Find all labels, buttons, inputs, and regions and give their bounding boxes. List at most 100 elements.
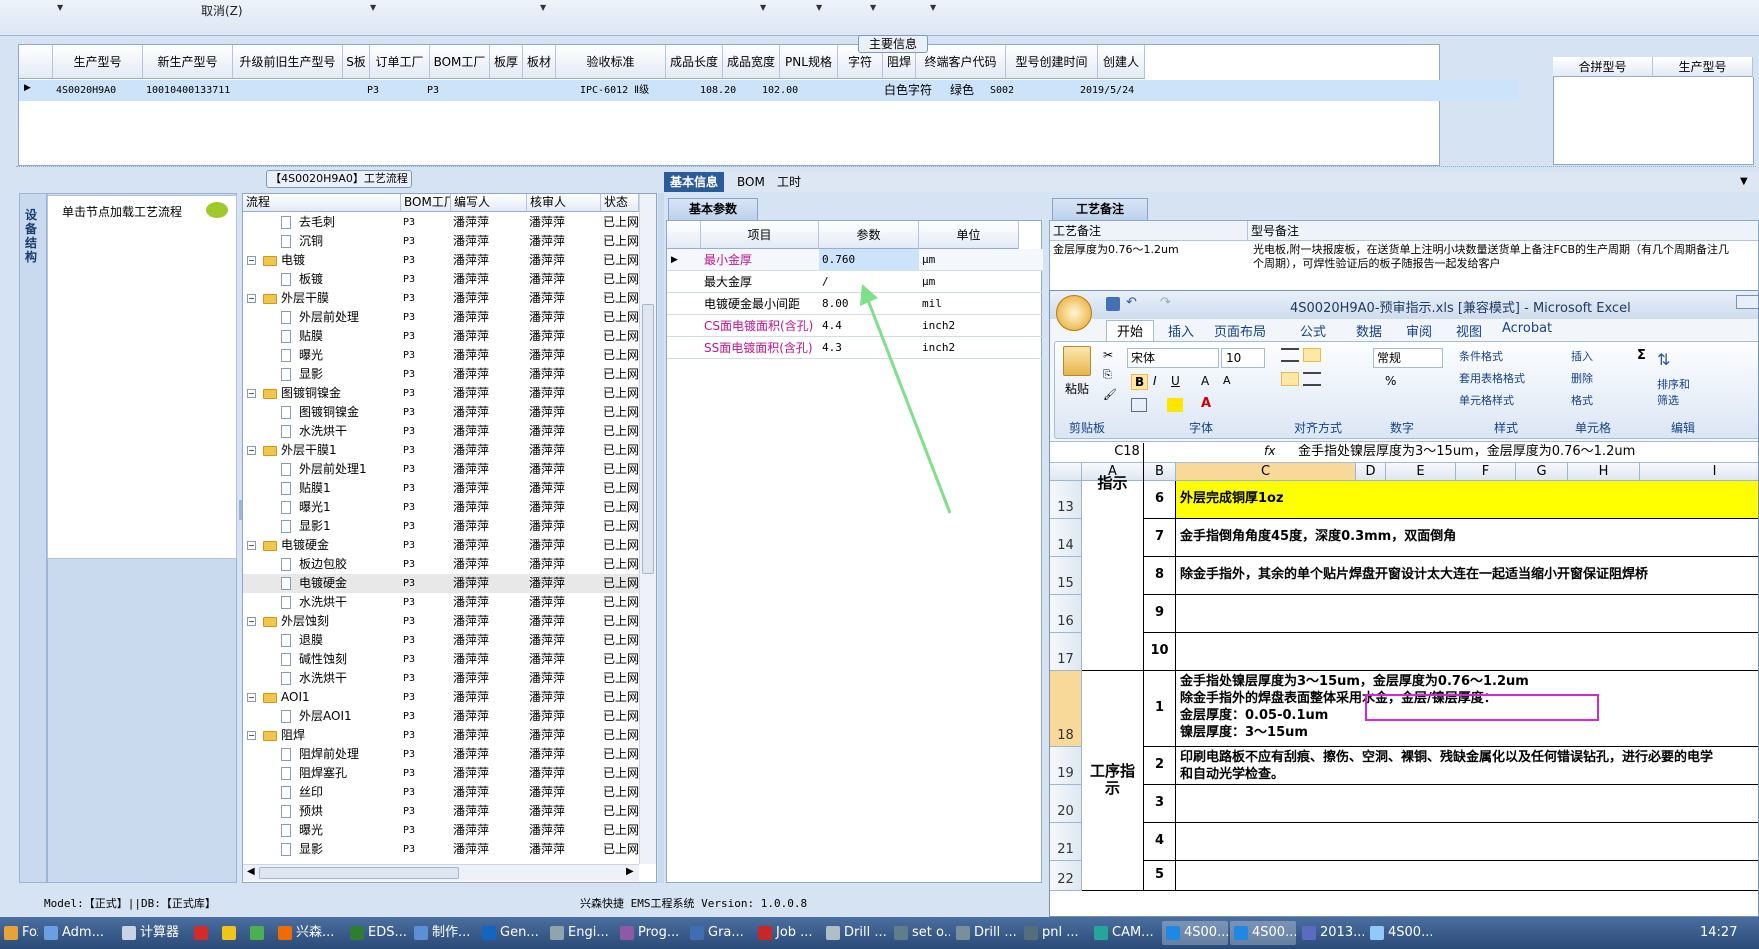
craft-note-value[interactable]: 金层厚度为0.76～1.2um xyxy=(1050,243,1248,257)
tree-row[interactable]: 丝印 P3 潘萍萍 潘萍萍 已上网 xyxy=(243,783,639,802)
row-number-cell[interactable]: 10 xyxy=(1144,633,1176,671)
tree-row[interactable]: − 电镀硬金 P3 潘萍萍 潘萍萍 已上网 xyxy=(243,536,639,555)
scrollbar-thumb[interactable] xyxy=(259,867,459,879)
align-center-icon[interactable] xyxy=(1303,372,1321,386)
format-table-button[interactable]: 套用表格格式 xyxy=(1459,370,1525,388)
align-middle-icon[interactable] xyxy=(1303,348,1321,362)
cell-solder[interactable]: 绿色 xyxy=(947,81,987,100)
sort-filter-label-2[interactable]: 筛选 xyxy=(1657,392,1679,410)
cell-created[interactable]: 2019/5/24 xyxy=(1077,81,1167,100)
column-header[interactable]: C xyxy=(1176,463,1356,481)
align-left-icon[interactable] xyxy=(1281,372,1299,386)
taskbar-item[interactable]: Adm... xyxy=(40,921,116,945)
format-painter-icon[interactable]: 🖌 xyxy=(1103,388,1117,401)
copy-icon[interactable]: ⎘ xyxy=(1103,368,1112,382)
param-row[interactable]: 最大金厚 / μm xyxy=(667,271,1043,293)
tab-labor-hours[interactable]: 工时 xyxy=(771,172,807,192)
tree-row[interactable]: 电镀硬金 P3 潘萍萍 潘萍萍 已上网 xyxy=(243,574,639,593)
taskbar-item[interactable]: 制作... xyxy=(410,921,476,945)
param-value[interactable]: 4.3 xyxy=(819,337,919,359)
taskbar-item[interactable] xyxy=(246,921,272,945)
ribbon-tab[interactable]: 页面布局 xyxy=(1214,321,1266,340)
col-header-item[interactable]: 项目 xyxy=(701,221,819,249)
dropdown-arrow-icon[interactable]: ▼ xyxy=(370,3,376,12)
tree-row[interactable]: 去毛刺 P3 潘萍萍 潘萍萍 已上网 xyxy=(243,213,639,232)
ribbon-tab[interactable]: 视图 xyxy=(1456,321,1482,340)
tab-craft-notes[interactable]: 工艺备注 xyxy=(1052,198,1148,220)
column-header[interactable]: B xyxy=(1144,463,1176,481)
tree-row[interactable]: − 外层蚀刻 P3 潘萍萍 潘萍萍 已上网 xyxy=(243,612,639,631)
font-color-icon[interactable]: A xyxy=(1201,396,1211,411)
tree-row[interactable]: − 图镀铜镍金 P3 潘萍萍 潘萍萍 已上网 xyxy=(243,384,639,403)
column-header[interactable]: I xyxy=(1640,463,1758,481)
row-header[interactable]: 21 xyxy=(1050,823,1082,861)
taskbar-item[interactable]: 4S00... xyxy=(1366,921,1432,945)
tree-row[interactable]: 曝光1 P3 潘萍萍 潘萍萍 已上网 xyxy=(243,498,639,517)
col-header-main[interactable]: 升级前旧生产型号 xyxy=(233,45,343,79)
tree-row[interactable]: 贴膜 P3 潘萍萍 潘萍萍 已上网 xyxy=(243,327,639,346)
tree-row[interactable]: 板边包胶 P3 潘萍萍 潘萍萍 已上网 xyxy=(243,555,639,574)
param-row[interactable]: 电镀硬金最小间距 8.00 mil xyxy=(667,293,1043,315)
col-header-main[interactable]: 成品长度 xyxy=(666,45,723,79)
tree-row[interactable]: 图镀铜镍金 P3 潘萍萍 潘萍萍 已上网 xyxy=(243,403,639,422)
grow-font-icon[interactable]: A xyxy=(1201,374,1209,388)
instruction-cell[interactable]: 金手指处镍层厚度为3～15um，金层厚度为0.76～1.2um 除金手指外的焊盘… xyxy=(1176,671,1758,747)
row-number-cell[interactable]: 8 xyxy=(1144,557,1176,595)
taskbar-item[interactable]: Drill ... xyxy=(822,921,888,945)
sum-icon[interactable]: Σ xyxy=(1637,348,1646,363)
expand-toggle-icon[interactable]: − xyxy=(247,731,256,740)
row-number-cell[interactable]: 5 xyxy=(1144,861,1176,891)
taskbar-item[interactable]: Job ... xyxy=(754,921,820,945)
dropdown-arrow-icon[interactable]: ▼ xyxy=(870,3,876,12)
instruction-cell[interactable] xyxy=(1176,861,1758,891)
expand-toggle-icon[interactable]: − xyxy=(247,541,256,550)
taskbar-item[interactable]: 2013... xyxy=(1298,921,1364,945)
merge-col-header[interactable]: 生产型号 xyxy=(1653,57,1753,77)
row-number-cell[interactable]: 2 xyxy=(1144,747,1176,785)
instruction-cell[interactable] xyxy=(1176,785,1758,823)
tree-row[interactable]: 水洗烘干 P3 潘萍萍 潘萍萍 已上网 xyxy=(243,422,639,441)
instruction-cell[interactable]: 除金手指外，其余的单个贴片焊盘开窗设计太大连在一起适当缩小开窗保证阻焊桥 xyxy=(1176,557,1758,595)
ribbon-tab[interactable]: 插入 xyxy=(1168,321,1194,340)
tree-row[interactable]: 沉铜 P3 潘萍萍 潘萍萍 已上网 xyxy=(243,232,639,251)
minimize-icon[interactable] xyxy=(1736,295,1758,309)
dropdown-arrow-icon[interactable]: ▼ xyxy=(930,3,936,12)
ribbon-tab[interactable]: 审阅 xyxy=(1406,321,1432,340)
save-icon[interactable] xyxy=(1106,297,1120,311)
horizontal-scrollbar[interactable]: ◀ ▶ xyxy=(243,864,639,881)
cell-bom-factory[interactable]: P3 xyxy=(424,81,484,100)
row-header[interactable]: 16 xyxy=(1050,595,1082,633)
row-header[interactable]: 17 xyxy=(1050,633,1082,671)
taskbar-item[interactable]: Engi... xyxy=(546,921,614,945)
col-header-model-note[interactable]: 型号备注 xyxy=(1248,221,1758,241)
taskbar-item[interactable]: Gen... xyxy=(478,921,544,945)
delete-cells-button[interactable]: 删除 xyxy=(1571,370,1593,388)
column-header[interactable]: F xyxy=(1456,463,1516,481)
row-header[interactable]: 22 xyxy=(1050,861,1082,891)
tree-row[interactable]: 水洗烘干 P3 潘萍萍 潘萍萍 已上网 xyxy=(243,669,639,688)
expand-toggle-icon[interactable]: − xyxy=(247,294,256,303)
taskbar-item[interactable] xyxy=(190,921,216,945)
expand-toggle-icon[interactable]: − xyxy=(247,446,256,455)
tree-row[interactable]: 碱性蚀刻 P3 潘萍萍 潘萍萍 已上网 xyxy=(243,650,639,669)
function-icon[interactable]: fx xyxy=(1264,444,1275,458)
cell-customer-code[interactable]: S002 xyxy=(987,81,1067,100)
taskbar-item[interactable]: 4S00... xyxy=(1230,921,1296,945)
dropdown-arrow-icon[interactable]: ▼ xyxy=(760,3,766,12)
instruction-cell[interactable] xyxy=(1176,633,1758,671)
cell-length[interactable]: 108.20 xyxy=(697,81,757,100)
insert-cells-button[interactable]: 插入 xyxy=(1571,348,1593,366)
cell-styles-button[interactable]: 单元格样式 xyxy=(1459,392,1514,410)
param-value[interactable]: 0.760 xyxy=(819,249,919,271)
dropdown-arrow-icon[interactable]: ▼ xyxy=(816,3,822,12)
col-header-main[interactable]: S板 xyxy=(343,45,370,79)
tree-row[interactable]: 阻焊前处理 P3 潘萍萍 潘萍萍 已上网 xyxy=(243,745,639,764)
vertical-tab-equipment[interactable]: 设备结构 xyxy=(19,193,47,883)
vertical-scrollbar[interactable] xyxy=(639,194,656,864)
italic-icon[interactable]: I xyxy=(1153,374,1157,388)
col-header-reviewer[interactable]: 核审人 xyxy=(527,194,601,212)
col-header-main[interactable]: 终端客户代码 xyxy=(916,45,1006,79)
undo-icon[interactable]: ↶ xyxy=(1126,295,1137,310)
param-row[interactable]: ▶ 最小金厚 0.760 μm xyxy=(667,249,1043,271)
col-header-main[interactable]: 板厚 xyxy=(490,45,523,79)
